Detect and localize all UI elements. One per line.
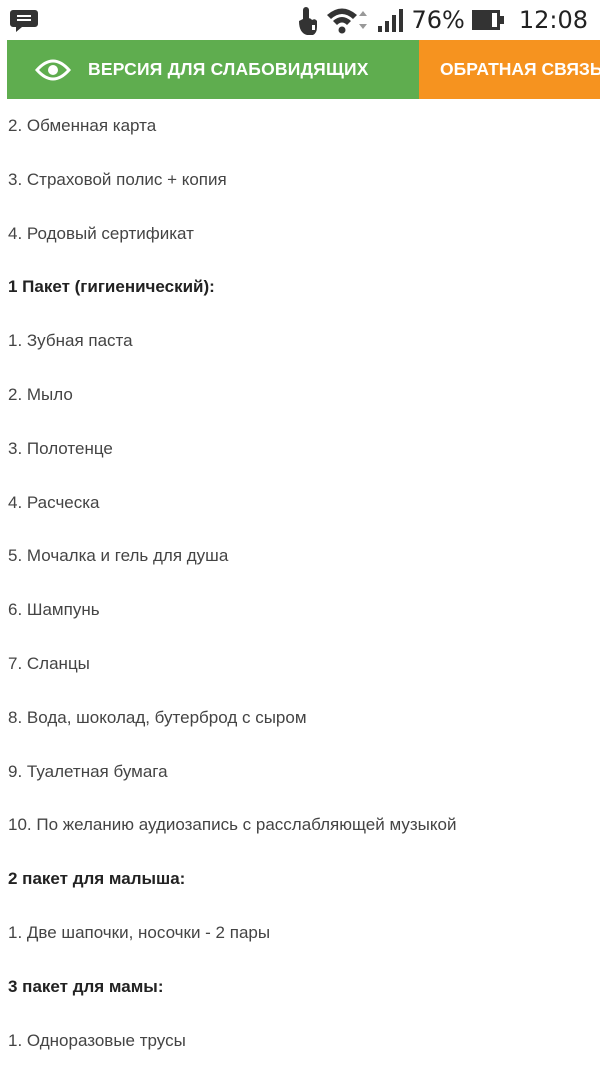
battery-percent: 76% [411,6,465,34]
article-content: 2. Обменная карта 3. Страховой полис + к… [8,99,598,1067]
list-item: 1. Зубная паста [8,331,133,351]
section-heading: 1 Пакет (гигиенический): [8,277,215,297]
status-bar: 76% 12:08 [0,0,600,40]
list-item: 2. Обменная карта [8,116,157,135]
list-item: 4. Родовый сертификат [8,223,194,243]
list-item: 9. Туалетная бумага [8,761,168,781]
list-item: 4. Расческа [8,492,100,512]
top-action-bar: ВЕРСИЯ ДЛЯ СЛАБОВИДЯЩИХ ОБРАТНАЯ СВЯЗЬ [0,40,600,99]
accessibility-version-button[interactable]: ВЕРСИЯ ДЛЯ СЛАБОВИДЯЩИХ [7,40,419,99]
signal-icon [378,9,404,32]
list-item: 10. По желанию аудиозапись с расслабляющ… [8,815,457,835]
list-item: 3. Страховой полис + копия [8,169,227,189]
touch-icon [299,7,318,35]
clock: 12:08 [518,6,588,34]
list-item: 3. Полотенце [8,438,113,458]
list-item: 7. Сланцы [8,653,90,673]
feedback-label: ОБРАТНАЯ СВЯЗЬ [440,59,600,79]
accessibility-version-label: ВЕРСИЯ ДЛЯ СЛАБОВИДЯЩИХ [88,59,369,79]
list-item: 1. Одноразовые трусы [8,1030,186,1050]
eye-icon [35,59,71,80]
list-item: 8. Вода, шоколад, бутерброд с сыром [8,707,307,727]
list-item: 1. Две шапочки, носочки - 2 пары [8,922,271,942]
list-item: 5. Мочалка и гель для душа [8,546,229,566]
section-heading: 2 пакет для малыша: [8,869,186,889]
feedback-button[interactable]: ОБРАТНАЯ СВЯЗЬ [419,40,600,99]
section-heading: 3 пакет для мамы: [8,976,164,996]
list-item: 6. Шампунь [8,600,100,620]
wifi-icon [327,8,368,34]
battery-icon [471,10,504,30]
chat-bubble-icon [10,10,38,32]
status-icons: 76% 12:08 [295,0,588,40]
list-item: 2. Мыло [8,384,73,404]
